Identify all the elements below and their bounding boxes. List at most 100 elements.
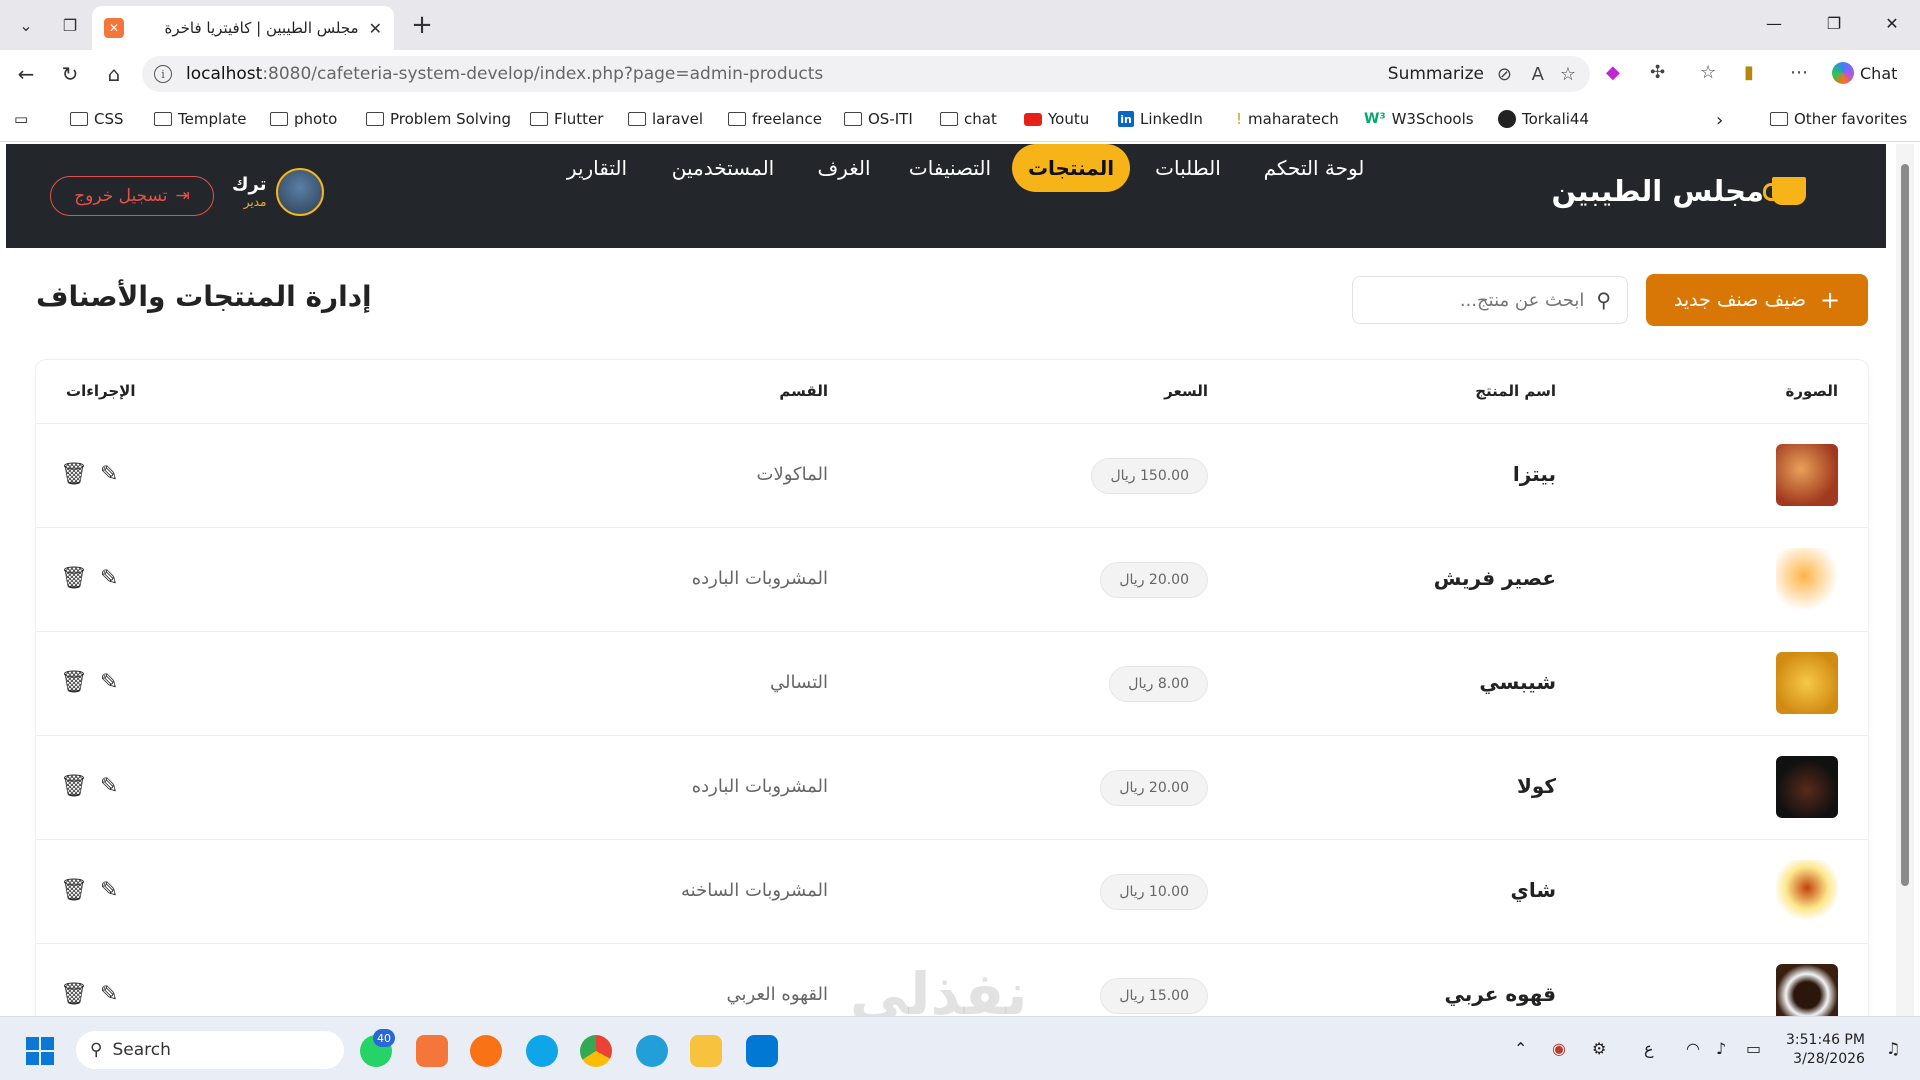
page-scrollbar[interactable] — [1896, 144, 1914, 1016]
tray-security-icon[interactable]: ◉ — [1552, 1039, 1566, 1058]
extensions-icon[interactable]: ✣ — [1650, 62, 1665, 83]
close-window-icon[interactable]: ✕ — [1862, 0, 1920, 46]
minimize-icon[interactable]: — — [1744, 0, 1804, 46]
system-clock[interactable]: 3:51:46 PM 3/28/2026 — [1786, 1031, 1865, 1069]
page-title: إدارة المنتجات والأصناف — [36, 280, 372, 313]
bookmark-github[interactable]: Torkali44 — [1498, 110, 1589, 128]
delete-trash-icon[interactable]: 🗑 — [60, 982, 88, 1007]
telegram-icon[interactable] — [636, 1035, 668, 1067]
xampp-icon[interactable] — [416, 1035, 448, 1067]
bookmark-problem-solving[interactable]: Problem Solving — [366, 110, 511, 128]
product-image[interactable] — [1776, 444, 1838, 506]
tray-app-icon[interactable]: ⚙ — [1592, 1039, 1606, 1058]
product-image[interactable] — [1776, 756, 1838, 818]
delete-trash-icon[interactable]: 🗑 — [60, 774, 88, 799]
edge-icon[interactable] — [526, 1035, 558, 1067]
folder-icon — [728, 112, 746, 126]
file-explorer-icon[interactable] — [690, 1035, 722, 1067]
scrollbar-thumb[interactable] — [1901, 164, 1909, 886]
wifi-icon[interactable]: ◠ — [1686, 1039, 1700, 1058]
folder-icon — [844, 112, 862, 126]
summarize-button[interactable]: Summarize — [1388, 64, 1484, 84]
add-product-button[interactable]: + ضيف صنف جديد — [1646, 274, 1868, 326]
delete-trash-icon[interactable]: 🗑 — [60, 566, 88, 591]
profile-icon[interactable]: ▮ — [1744, 62, 1754, 83]
bookmark-maharatech[interactable]: ! maharatech — [1236, 110, 1339, 128]
refresh-icon[interactable]: ↻ — [54, 58, 86, 90]
nav-reports[interactable]: التقارير — [554, 144, 640, 192]
chrome-icon[interactable] — [580, 1035, 612, 1067]
delete-trash-icon[interactable]: 🗑 — [60, 670, 88, 695]
restore-icon[interactable]: ❐ — [1804, 0, 1864, 46]
nav-dashboard[interactable]: لوحة التحكم — [1244, 144, 1384, 192]
product-name: شيبسي — [1479, 670, 1556, 694]
product-image[interactable] — [1776, 964, 1838, 1016]
reading-list-icon[interactable]: ▭ — [14, 110, 28, 128]
copilot-chat-button[interactable]: Chat — [1832, 62, 1897, 84]
favorite-star-icon[interactable]: ☆ — [1560, 64, 1576, 85]
tray-chevron-icon[interactable]: ⌃ — [1514, 1039, 1527, 1058]
vscode-icon[interactable] — [746, 1035, 778, 1067]
volume-icon[interactable]: ♪ — [1716, 1039, 1726, 1058]
edit-pencil-icon[interactable]: ✎ — [100, 670, 118, 695]
bookmark-other-favorites[interactable]: Other favorites — [1770, 110, 1907, 128]
delete-trash-icon[interactable]: 🗑 — [60, 462, 88, 487]
windows-start-icon[interactable] — [26, 1037, 54, 1065]
edit-pencil-icon[interactable]: ✎ — [100, 566, 118, 591]
nav-products[interactable]: المنتجات — [1012, 144, 1130, 192]
postman-icon[interactable] — [470, 1035, 502, 1067]
product-image[interactable] — [1776, 652, 1838, 714]
edit-pencil-icon[interactable]: ✎ — [100, 774, 118, 799]
notifications-bell-icon[interactable]: ♫ — [1886, 1039, 1900, 1058]
nav-categories[interactable]: التصنيفات — [894, 144, 1006, 192]
keyboard-language[interactable]: ع — [1644, 1039, 1654, 1058]
new-tab-icon[interactable]: + — [404, 7, 440, 43]
browser-tab-active[interactable]: ✕ مجلس الطيبين | كافيتريا فاخرة ✕ — [92, 6, 394, 50]
bookmark-photo[interactable]: photo — [270, 110, 337, 128]
summarize-icon[interactable]: ⊘ — [1497, 64, 1512, 85]
more-menu-icon[interactable]: ⋯ — [1790, 62, 1808, 83]
product-category: التسالي — [770, 672, 828, 693]
bookmark-css[interactable]: CSS — [70, 110, 124, 128]
bookmark-template[interactable]: Template — [154, 110, 246, 128]
edit-pencil-icon[interactable]: ✎ — [100, 462, 118, 487]
battery-icon[interactable]: ▭ — [1746, 1039, 1761, 1058]
home-icon[interactable]: ⌂ — [98, 58, 130, 90]
tab-close-icon[interactable]: ✕ — [369, 19, 382, 38]
tab-list-chevron-icon[interactable]: ⌄ — [6, 7, 46, 43]
bookmark-linkedin[interactable]: in LinkedIn — [1118, 110, 1203, 128]
bookmark-chat[interactable]: chat — [940, 110, 997, 128]
ublock-extension-icon[interactable]: ◆ — [1606, 62, 1620, 83]
favorites-icon[interactable]: ☆ — [1700, 62, 1716, 83]
bookmark-freelance[interactable]: freelance — [728, 110, 822, 128]
back-icon[interactable]: ← — [10, 58, 42, 90]
tab-actions-icon[interactable]: ❐ — [50, 7, 90, 43]
read-aloud-icon[interactable]: A — [1532, 64, 1544, 85]
column-actions: الإجراءات — [66, 382, 136, 400]
bookmark-w3schools[interactable]: W³ W3Schools — [1364, 110, 1474, 128]
product-search-input[interactable] — [1384, 289, 1585, 311]
product-category: المشروبات البارده — [691, 568, 828, 589]
bookmark-os-iti[interactable]: OS-ITI — [844, 110, 913, 128]
bookmark-youtube[interactable]: Youtu — [1024, 110, 1089, 128]
product-search-box[interactable]: ⚲ — [1352, 276, 1628, 324]
brand-logo[interactable]: مجلس الطيبين — [1552, 174, 1806, 208]
product-price: 20.00 ريال — [1100, 562, 1208, 598]
folder-icon — [940, 112, 958, 126]
edit-pencil-icon[interactable]: ✎ — [100, 878, 118, 903]
taskbar-search[interactable]: ⚲ Search — [76, 1031, 344, 1069]
logout-button[interactable]: تسجيل خروج ⇥ — [50, 176, 214, 216]
bookmark-flutter[interactable]: Flutter — [530, 110, 603, 128]
nav-orders[interactable]: الطلبات — [1140, 144, 1236, 192]
address-bar[interactable]: i localhost:8080/cafeteria-system-develo… — [142, 56, 1590, 92]
delete-trash-icon[interactable]: 🗑 — [60, 878, 88, 903]
nav-users[interactable]: المستخدمين — [652, 144, 794, 192]
nav-rooms[interactable]: الغرف — [802, 144, 886, 192]
product-image[interactable] — [1776, 548, 1838, 610]
product-image[interactable] — [1776, 860, 1838, 922]
bookmarks-overflow-chevron-icon[interactable]: › — [1716, 110, 1723, 131]
edit-pencil-icon[interactable]: ✎ — [100, 982, 118, 1007]
user-profile[interactable]: ترك مدير — [232, 168, 325, 216]
site-info-icon[interactable]: i — [154, 65, 172, 83]
bookmark-laravel[interactable]: laravel — [628, 110, 703, 128]
